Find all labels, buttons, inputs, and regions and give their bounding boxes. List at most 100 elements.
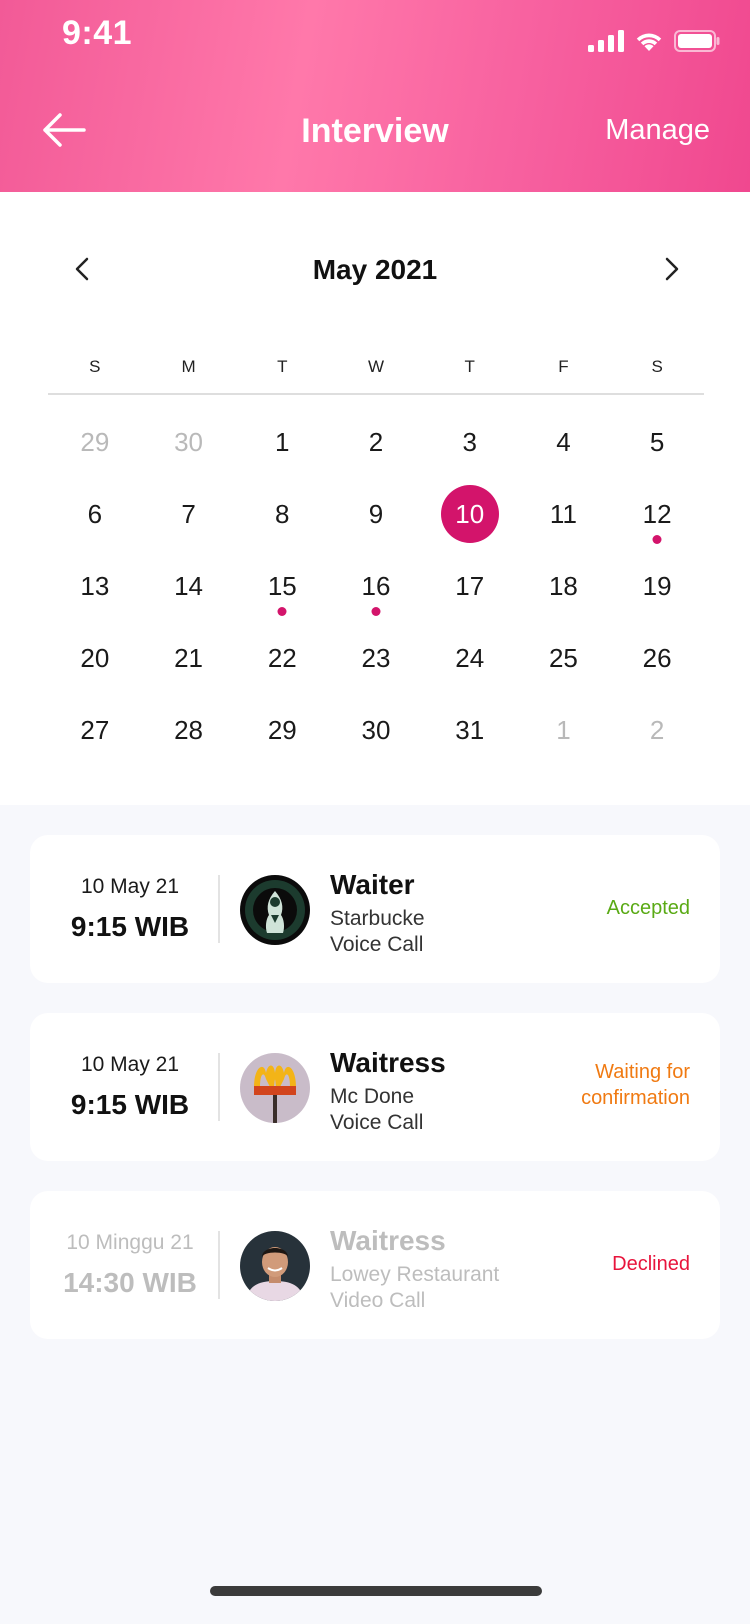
calendar-day-number: 27: [80, 714, 110, 745]
calendar-day[interactable]: 23: [329, 622, 423, 694]
interview-call-type: Voice Call: [330, 1111, 424, 1134]
calendar-day[interactable]: 17: [423, 550, 517, 622]
calendar-day-number: 6: [87, 498, 103, 529]
calendar-day[interactable]: 6: [48, 478, 142, 550]
event-dot: [277, 607, 287, 616]
interview-card[interactable]: 10 May 21 9:15 WIB Waiter Starbucke Voic…: [30, 835, 720, 983]
calendar-day[interactable]: 13: [48, 550, 142, 622]
starbucks-logo-avatar: [240, 875, 310, 945]
interview-company: Starbucke: [330, 907, 425, 930]
manage-button[interactable]: Manage: [605, 114, 710, 147]
calendar-day-number: 26: [642, 642, 672, 673]
calendar-day[interactable]: 1: [235, 406, 329, 478]
calendar-day[interactable]: 4: [517, 406, 611, 478]
calendar-day-number: 29: [80, 426, 110, 457]
calendar-days-grid: 29 30 1 2 3 4 5 6 7 8 9 10 11 12 13 14 15 16 17 18 19 20 21 22 2…: [48, 406, 704, 766]
status-accepted: Accepted: [606, 897, 690, 919]
status-time: 9:41: [62, 14, 133, 52]
calendar-day-number: 1: [275, 426, 290, 457]
battery-icon: [674, 30, 720, 52]
calendar-day-number: 23: [361, 642, 391, 673]
interview-date: 10 Minggu 21: [66, 1231, 194, 1254]
interview-date: 10 May 21: [80, 875, 180, 898]
status-declined: Declined: [612, 1253, 690, 1275]
interview-role: Waitress: [330, 1047, 446, 1078]
calendar-day-number: 9: [368, 498, 384, 529]
calendar-day-number: 14: [174, 570, 204, 601]
calendar-day-number: 7: [181, 498, 196, 529]
nav-bar: Interview Manage: [0, 96, 750, 172]
interview-time: 9:15 WIB: [70, 911, 190, 942]
calendar-month-label: May 2021: [312, 254, 438, 285]
calendar-day[interactable]: 7: [142, 478, 236, 550]
calendar-day-selected[interactable]: 10: [423, 478, 517, 550]
calendar-day[interactable]: 29: [235, 694, 329, 766]
home-indicator: [210, 1586, 542, 1596]
calendar-day-number: 2: [649, 714, 665, 745]
calendar-day[interactable]: 31: [423, 694, 517, 766]
calendar-day-number: 18: [548, 570, 578, 601]
weekday-label: M: [181, 357, 196, 376]
calendar-day[interactable]: 30: [329, 694, 423, 766]
status-line: Waiting for: [595, 1061, 690, 1083]
calendar-day-number: 21: [174, 642, 204, 673]
calendar-day[interactable]: 19: [610, 550, 704, 622]
calendar-day[interactable]: 25: [517, 622, 611, 694]
calendar-day-number: 2: [368, 426, 384, 457]
calendar-day[interactable]: 5: [610, 406, 704, 478]
calendar-day[interactable]: 15: [235, 550, 329, 622]
calendar-day[interactable]: 3: [423, 406, 517, 478]
calendar-day[interactable]: 27: [48, 694, 142, 766]
calendar-day-number: 19: [642, 570, 672, 601]
calendar-day[interactable]: 18: [517, 550, 611, 622]
event-dot: [371, 607, 381, 616]
calendar-day-number: 10: [455, 498, 485, 529]
calendar-day[interactable]: 22: [235, 622, 329, 694]
calendar: May 2021 S M T W T F S 29 30 1 2 3 4 5 6 7 8 9 10 11…: [0, 192, 750, 805]
calendar-day[interactable]: 1: [517, 694, 611, 766]
interview-date: 10 May 21: [80, 1053, 180, 1076]
calendar-day-number: 15: [267, 570, 297, 601]
wifi-icon: [636, 33, 662, 51]
calendar-day-number: 25: [548, 642, 578, 673]
calendar-day-number: 30: [361, 714, 391, 745]
weekday-label: S: [651, 357, 663, 376]
status-icons: [588, 30, 720, 52]
calendar-day-number: 29: [267, 714, 297, 745]
calendar-day-number: 22: [267, 642, 297, 673]
calendar-day[interactable]: 20: [48, 622, 142, 694]
calendar-day-number: 20: [80, 642, 110, 673]
interview-company: Mc Done: [330, 1085, 415, 1108]
calendar-day[interactable]: 29: [48, 406, 142, 478]
calendar-day-number: 8: [275, 498, 290, 529]
interview-time: 9:15 WIB: [70, 1089, 190, 1120]
next-month-button[interactable]: [656, 254, 686, 284]
calendar-day[interactable]: 12: [610, 478, 704, 550]
calendar-day[interactable]: 2: [610, 694, 704, 766]
interview-card[interactable]: 10 Minggu 21 14:30 WIB Waitress Lowey Re…: [30, 1191, 720, 1339]
interview-time: 14:30 WIB: [63, 1267, 197, 1298]
calendar-day[interactable]: 9: [329, 478, 423, 550]
calendar-day-number: 5: [649, 426, 665, 457]
calendar-day[interactable]: 11: [517, 478, 611, 550]
calendar-day-number: 1: [556, 714, 571, 745]
calendar-day[interactable]: 24: [423, 622, 517, 694]
calendar-day[interactable]: 26: [610, 622, 704, 694]
calendar-day[interactable]: 2: [329, 406, 423, 478]
calendar-day-number: 3: [462, 426, 477, 457]
calendar-day[interactable]: 14: [142, 550, 236, 622]
calendar-day-number: 11: [549, 498, 577, 529]
app-header: 9:41 Interview Manage: [0, 0, 750, 192]
calendar-day[interactable]: 28: [142, 694, 236, 766]
calendar-day[interactable]: 21: [142, 622, 236, 694]
weekday-label: S: [89, 357, 101, 376]
interview-role: Waiter: [330, 869, 415, 900]
calendar-day-number: 24: [455, 642, 485, 673]
weekday-label: W: [367, 357, 385, 376]
calendar-day[interactable]: 30: [142, 406, 236, 478]
calendar-day[interactable]: 16: [329, 550, 423, 622]
weekday-label: F: [558, 357, 569, 376]
calendar-day-number: 28: [174, 714, 204, 745]
calendar-day[interactable]: 8: [235, 478, 329, 550]
interview-card[interactable]: 10 May 21 9:15 WIB Waitress Mc Done Voic…: [30, 1013, 720, 1161]
